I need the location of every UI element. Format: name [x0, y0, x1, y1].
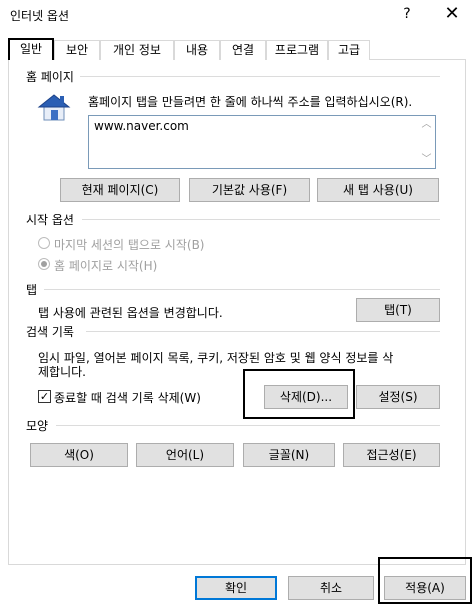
tab-content[interactable]: 내용	[174, 40, 220, 60]
tab-general[interactable]: 일반	[8, 38, 54, 60]
home-page-url-value: www.naver.com	[94, 119, 189, 133]
colors-button[interactable]: 색(O)	[30, 443, 128, 467]
tabs-description: 탭 사용에 관련된 옵션을 변경합니다.	[38, 306, 223, 320]
divider	[82, 219, 440, 220]
radio-home-page-label: 홈 페이지로 시작(H)	[54, 259, 158, 273]
scroll-down-icon[interactable]: ﹀	[418, 151, 435, 168]
history-settings-button[interactable]: 설정(S)	[356, 385, 440, 409]
tab-programs[interactable]: 프로그램	[266, 40, 328, 60]
section-label-home-page: 홈 페이지	[26, 68, 74, 85]
ok-button[interactable]: 확인	[195, 576, 277, 600]
history-description-line2: 제합니다.	[38, 365, 86, 379]
delete-history-button[interactable]: 삭제(D)...	[264, 385, 348, 409]
scroll-up-icon[interactable]: ︿	[418, 116, 435, 133]
home-page-url-field[interactable]: www.naver.com ︿ ﹀	[88, 115, 436, 169]
close-button[interactable]: ✕	[440, 4, 464, 24]
apply-button[interactable]: 적용(A)	[384, 576, 466, 600]
accessibility-button[interactable]: 접근성(E)	[343, 443, 440, 467]
radio-home-page[interactable]	[38, 258, 50, 270]
divider	[44, 289, 440, 290]
use-new-tab-button[interactable]: 새 탭 사용(U)	[317, 178, 439, 202]
delete-on-exit-checkbox[interactable]: ✓	[38, 390, 51, 403]
section-label-appearance: 모양	[26, 417, 49, 434]
divider	[86, 331, 440, 332]
languages-button[interactable]: 언어(L)	[136, 443, 234, 467]
cancel-button[interactable]: 취소	[288, 576, 374, 600]
tab-privacy[interactable]: 개인 정보	[100, 40, 174, 60]
help-button[interactable]: ?	[396, 4, 418, 24]
home-page-description: 홈페이지 탭을 만들려면 한 줄에 하나씩 주소를 입력하십시오(R).	[88, 95, 413, 109]
section-label-tabs: 탭	[26, 281, 38, 298]
radio-last-session-label: 마지막 세션의 탭으로 시작(B)	[54, 238, 205, 252]
tab-connections[interactable]: 연결	[220, 40, 266, 60]
section-label-history: 검색 기록	[26, 323, 74, 340]
divider	[56, 425, 440, 426]
section-label-startup: 시작 옵션	[26, 211, 74, 228]
delete-on-exit-label: 종료할 때 검색 기록 삭제(W)	[54, 391, 201, 405]
window-title: 인터넷 옵션	[10, 9, 70, 23]
title-bar: 인터넷 옵션 ? ✕	[0, 0, 475, 30]
tab-advanced[interactable]: 고급	[328, 40, 370, 60]
home-icon	[36, 92, 72, 122]
fonts-button[interactable]: 글꼴(N)	[243, 443, 335, 467]
history-description-line1: 임시 파일, 열어본 페이지 목록, 쿠키, 저장된 암호 및 웹 양식 정보를…	[38, 351, 394, 365]
divider	[80, 76, 440, 77]
tabs-settings-button[interactable]: 탭(T)	[356, 298, 440, 322]
url-field-scrollbar[interactable]: ︿ ﹀	[418, 116, 435, 168]
use-current-button[interactable]: 현재 페이지(C)	[60, 178, 180, 202]
tab-security[interactable]: 보안	[54, 40, 100, 60]
use-default-button[interactable]: 기본값 사용(F)	[189, 178, 310, 202]
radio-last-session[interactable]	[38, 237, 50, 249]
